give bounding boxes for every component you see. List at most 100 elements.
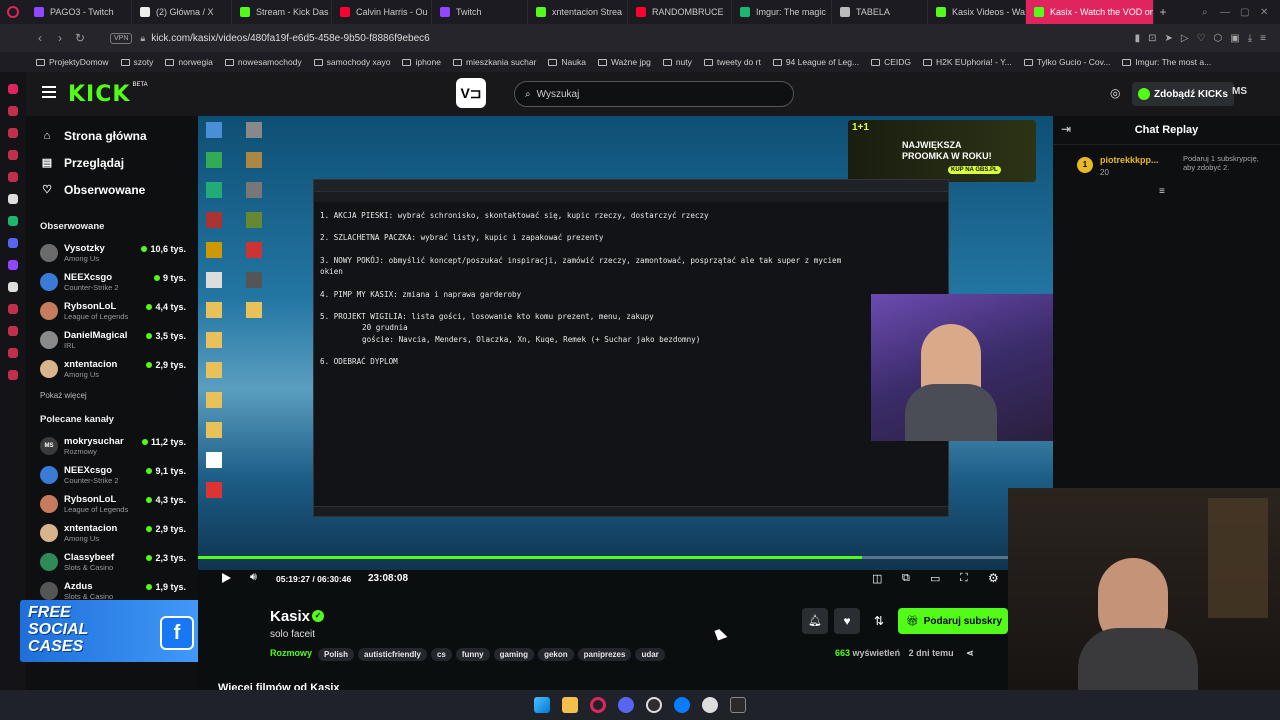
obs-icon[interactable] — [646, 697, 662, 713]
sidebar-channel[interactable]: MS mokrysuchar Rozmowy 11,2 tys. — [26, 431, 198, 460]
hamburger-menu-icon[interactable] — [42, 86, 56, 98]
sidebar-channel[interactable]: NEEXcsgo Counter-Strike 2 9 tys. — [26, 267, 198, 296]
wallet-icon[interactable] — [8, 150, 18, 160]
file-explorer-icon[interactable] — [562, 697, 578, 713]
sidebar-nav-item[interactable]: ♡ Obserwowane — [26, 176, 198, 203]
messenger-icon[interactable] — [674, 697, 690, 713]
user-avatar[interactable]: MS — [1232, 86, 1247, 97]
terminal-icon[interactable] — [730, 697, 746, 713]
sidebar-channel[interactable]: Classybeef Slots & Casino 2,3 tys. — [26, 547, 198, 576]
sidebar-channel[interactable]: xntentacion Among Us 2,9 tys. — [26, 518, 198, 547]
messenger-icon[interactable] — [8, 84, 18, 94]
fullscreen-icon[interactable]: ⛶ — [960, 572, 968, 585]
sidebar-nav-item[interactable]: ▤ Przeglądaj — [26, 149, 198, 176]
heart-icon[interactable]: ♡ — [1197, 33, 1206, 44]
close-window-icon[interactable]: ✕ — [1260, 7, 1280, 18]
reload-icon[interactable]: ↻ — [70, 28, 90, 48]
stream-tag[interactable]: Polish — [318, 648, 355, 661]
maximize-icon[interactable]: ▢ — [1240, 7, 1260, 18]
browser-tab[interactable]: Kasix Videos - Wa — [928, 0, 1026, 24]
wallet-icon[interactable]: ▣ — [1230, 33, 1239, 44]
stream-tag[interactable]: cs — [430, 648, 452, 661]
bookmark-item[interactable]: iphone — [402, 57, 441, 67]
settings-icon[interactable] — [8, 370, 18, 380]
snapshot-icon[interactable]: ⊡ — [1148, 33, 1156, 44]
get-kicks-button[interactable]: Zdobądź KICKs — [1132, 82, 1234, 106]
browser-tab[interactable]: Twitch — [432, 0, 528, 24]
bookmark-item[interactable]: nuty — [662, 57, 692, 67]
video-player[interactable]: 1+1 NAJWIĘKSZA PROOMKA W ROKU! KUP NA GB… — [198, 116, 1053, 570]
bookmark-item[interactable]: tweety do rt — [703, 57, 761, 67]
sidebar-channel[interactable]: Vysotzky Among Us 10,6 tys. — [26, 238, 198, 267]
bookmark-item[interactable]: Nauka — [548, 57, 586, 67]
bookmark-item[interactable]: ProjektyDomow — [36, 57, 109, 67]
back-icon[interactable]: ‹ — [30, 28, 50, 48]
menu-icon[interactable]: ≡ — [1260, 33, 1266, 44]
extensions-icon[interactable]: ⬡ — [1214, 33, 1223, 44]
bookmark-item[interactable]: Ważne jpg — [597, 57, 651, 67]
stream-tag[interactable]: paniprezes — [577, 648, 632, 661]
settings-icon[interactable]: ⚙ — [988, 571, 999, 585]
history-icon[interactable] — [8, 106, 18, 116]
stream-tag[interactable]: gaming — [493, 648, 535, 661]
sidebar-channel[interactable]: RybsonLoL League of Legends 4,4 tys. — [26, 296, 198, 325]
bookmark-item[interactable]: nowesamochody — [224, 57, 302, 67]
sidebar-nav-item[interactable]: ⌂ Strona główna — [26, 122, 198, 149]
clock-icon[interactable] — [8, 326, 18, 336]
sidebar-channel[interactable]: RybsonLoL League of Legends 4,3 tys. — [26, 489, 198, 518]
follow-button[interactable]: ♥ — [834, 608, 860, 634]
volume-icon[interactable]: 🔊︎ — [250, 571, 257, 584]
category-link[interactable]: Rozmowy — [270, 648, 312, 658]
browser-tab[interactable]: Stream - Kick Das — [232, 0, 332, 24]
bookmark-item[interactable]: Tylko Gucio - Cov... — [1023, 57, 1110, 67]
browser-tab[interactable]: Imgur: The magic — [732, 0, 832, 24]
stream-tag[interactable]: udar — [635, 648, 665, 661]
vpn-badge[interactable]: VPN — [110, 32, 133, 44]
stream-tag[interactable]: gekon — [538, 648, 574, 661]
downloads-icon[interactable] — [8, 348, 18, 358]
notifications-icon[interactable]: ◎ — [1110, 86, 1120, 100]
vod-logo-icon[interactable]: V⊐ — [456, 78, 486, 108]
sidebar-channel[interactable]: NEEXcsgo Counter-Strike 2 9,1 tys. — [26, 460, 198, 489]
browser-tab[interactable]: RANDOMBRUCE — [628, 0, 732, 24]
minimize-icon[interactable]: — — [1220, 7, 1240, 18]
clip-icon[interactable]: ⧉ — [902, 572, 910, 585]
chrome-icon[interactable] — [702, 697, 718, 713]
x-icon[interactable] — [8, 282, 18, 292]
send-icon[interactable]: ➤ — [1164, 33, 1172, 44]
history-icon-2[interactable] — [8, 304, 18, 314]
bookmark-item[interactable]: CEIDG — [871, 57, 911, 67]
player-icon[interactable] — [8, 128, 18, 138]
search-input[interactable]: Wyszukaj — [537, 89, 580, 100]
stream-tag[interactable]: funny — [455, 648, 490, 661]
browser-tab[interactable]: PAGO3 - Twitch — [26, 0, 132, 24]
bookmark-item[interactable]: samochody xayo — [313, 57, 390, 67]
opera-logo-icon[interactable] — [0, 0, 26, 24]
download-icon[interactable]: ⤓ — [1248, 33, 1252, 44]
gifter-name[interactable]: piotrekkkpp... — [1100, 155, 1159, 165]
discord-icon[interactable] — [8, 238, 18, 248]
bookmark-item[interactable]: norwegia — [165, 57, 213, 67]
aria-icon[interactable] — [8, 194, 18, 204]
discord-icon[interactable] — [618, 697, 634, 713]
twitch-icon[interactable] — [8, 260, 18, 270]
bookmark-item[interactable]: H2K EUphoria! - Y... — [923, 57, 1012, 67]
forward-icon[interactable]: › — [50, 28, 70, 48]
chat-expand-icon[interactable]: ≡ — [1159, 186, 1165, 197]
sidebar-channel[interactable]: DanielMagical IRL 3,5 tys. — [26, 325, 198, 354]
player-icon[interactable]: ▷ — [1181, 33, 1189, 44]
channel-name[interactable]: Kasix — [270, 608, 310, 625]
windows-start-icon[interactable] — [534, 697, 550, 713]
browser-tab[interactable]: Calvin Harris - Ou — [332, 0, 432, 24]
opera-icon[interactable] — [590, 697, 606, 713]
notification-bell-button[interactable]: 🔔︎ — [802, 608, 828, 634]
sidebar-channel[interactable]: xntentacion Among Us 2,9 tys. — [26, 354, 198, 383]
url-field[interactable]: kick.com/kasix/videos/480fa19f-e6d5-458e… — [151, 33, 430, 44]
search-tabs-icon[interactable]: ⌕ — [1202, 7, 1220, 18]
browser-tab[interactable]: TABELA — [832, 0, 928, 24]
browser-tab[interactable]: (2) Główna / X — [132, 0, 232, 24]
share-icon[interactable]: ⋖ — [966, 648, 974, 658]
whatsapp-icon[interactable] — [8, 216, 18, 226]
more-actions-button[interactable]: ⇅ — [866, 608, 892, 634]
bookmark-item[interactable]: Imgur: The most a... — [1122, 57, 1211, 67]
